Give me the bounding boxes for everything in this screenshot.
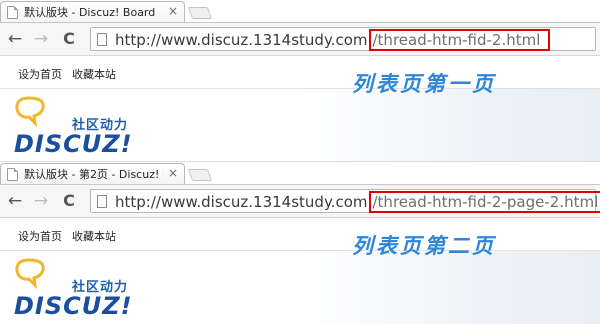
browser-tab[interactable]: 默认版块 - 第2页 - Discuz! Board ×	[0, 163, 185, 184]
discuz-logo[interactable]: 社区动力 DISCUZ!	[14, 94, 154, 158]
set-homepage-link[interactable]: 设为首页	[18, 228, 62, 244]
header-background	[300, 89, 600, 162]
annotation-label: 列表页第一页	[352, 71, 496, 96]
add-favorite-link[interactable]: 收藏本站	[72, 228, 116, 244]
address-bar[interactable]: http://www.discuz.1314study.com/thread-h…	[90, 27, 596, 51]
url-path-highlight: /thread-htm-fid-2.html	[368, 29, 551, 51]
url-path-highlight: /thread-htm-fid-2-page-2.html	[368, 191, 600, 213]
browser-toolbar: ← → C http://www.discuz.1314study.com/th…	[0, 184, 600, 218]
logo-wordmark: DISCUZ!	[14, 130, 133, 158]
page-icon	[97, 195, 107, 208]
close-tab-icon[interactable]: ×	[168, 4, 178, 18]
tab-title: 默认版块 - Discuz! Board	[24, 6, 156, 19]
close-tab-icon[interactable]: ×	[168, 166, 178, 180]
set-homepage-link[interactable]: 设为首页	[18, 66, 62, 82]
back-button[interactable]: ←	[4, 28, 26, 50]
discuz-logo[interactable]: 社区动力 DISCUZ!	[14, 256, 154, 320]
url-text: http://www.discuz.1314study.com/thread-h…	[115, 191, 600, 213]
site-topbar: 设为首页 收藏本站	[0, 219, 600, 251]
address-bar[interactable]: http://www.discuz.1314study.com/thread-h…	[90, 189, 600, 213]
page-icon	[7, 167, 18, 181]
speech-bubble-icon	[15, 96, 45, 128]
header-background	[300, 251, 600, 324]
reload-button[interactable]: C	[58, 190, 80, 212]
forward-button[interactable]: →	[30, 190, 52, 212]
browser-toolbar: ← → C http://www.discuz.1314study.com/th…	[0, 22, 600, 56]
tab-title: 默认版块 - 第2页 - Discuz! Board	[24, 168, 164, 181]
forward-button[interactable]: →	[30, 28, 52, 50]
tab-strip: 默认版块 - 第2页 - Discuz! Board ×	[0, 162, 600, 184]
reload-button[interactable]: C	[58, 28, 80, 50]
url-host: http://www.discuz.1314study.com	[115, 31, 368, 49]
annotation-label: 列表页第二页	[352, 233, 496, 258]
speech-bubble-icon	[15, 258, 45, 290]
url-text: http://www.discuz.1314study.com/thread-h…	[115, 29, 551, 51]
page-icon	[7, 5, 18, 19]
page-icon	[97, 33, 107, 46]
browser-tab[interactable]: 默认版块 - Discuz! Board ×	[0, 1, 185, 22]
site-topbar: 设为首页 收藏本站	[0, 57, 600, 89]
browser-window-page-1: 默认版块 - Discuz! Board × ← → C http://www.…	[0, 0, 600, 162]
tab-strip: 默认版块 - Discuz! Board ×	[0, 0, 600, 22]
new-tab-button[interactable]	[187, 169, 213, 181]
back-button[interactable]: ←	[4, 190, 26, 212]
browser-window-page-2: 默认版块 - 第2页 - Discuz! Board × ← → C http:…	[0, 162, 600, 324]
add-favorite-link[interactable]: 收藏本站	[72, 66, 116, 82]
logo-wordmark: DISCUZ!	[14, 292, 133, 320]
url-host: http://www.discuz.1314study.com	[115, 193, 368, 211]
new-tab-button[interactable]	[187, 7, 213, 19]
